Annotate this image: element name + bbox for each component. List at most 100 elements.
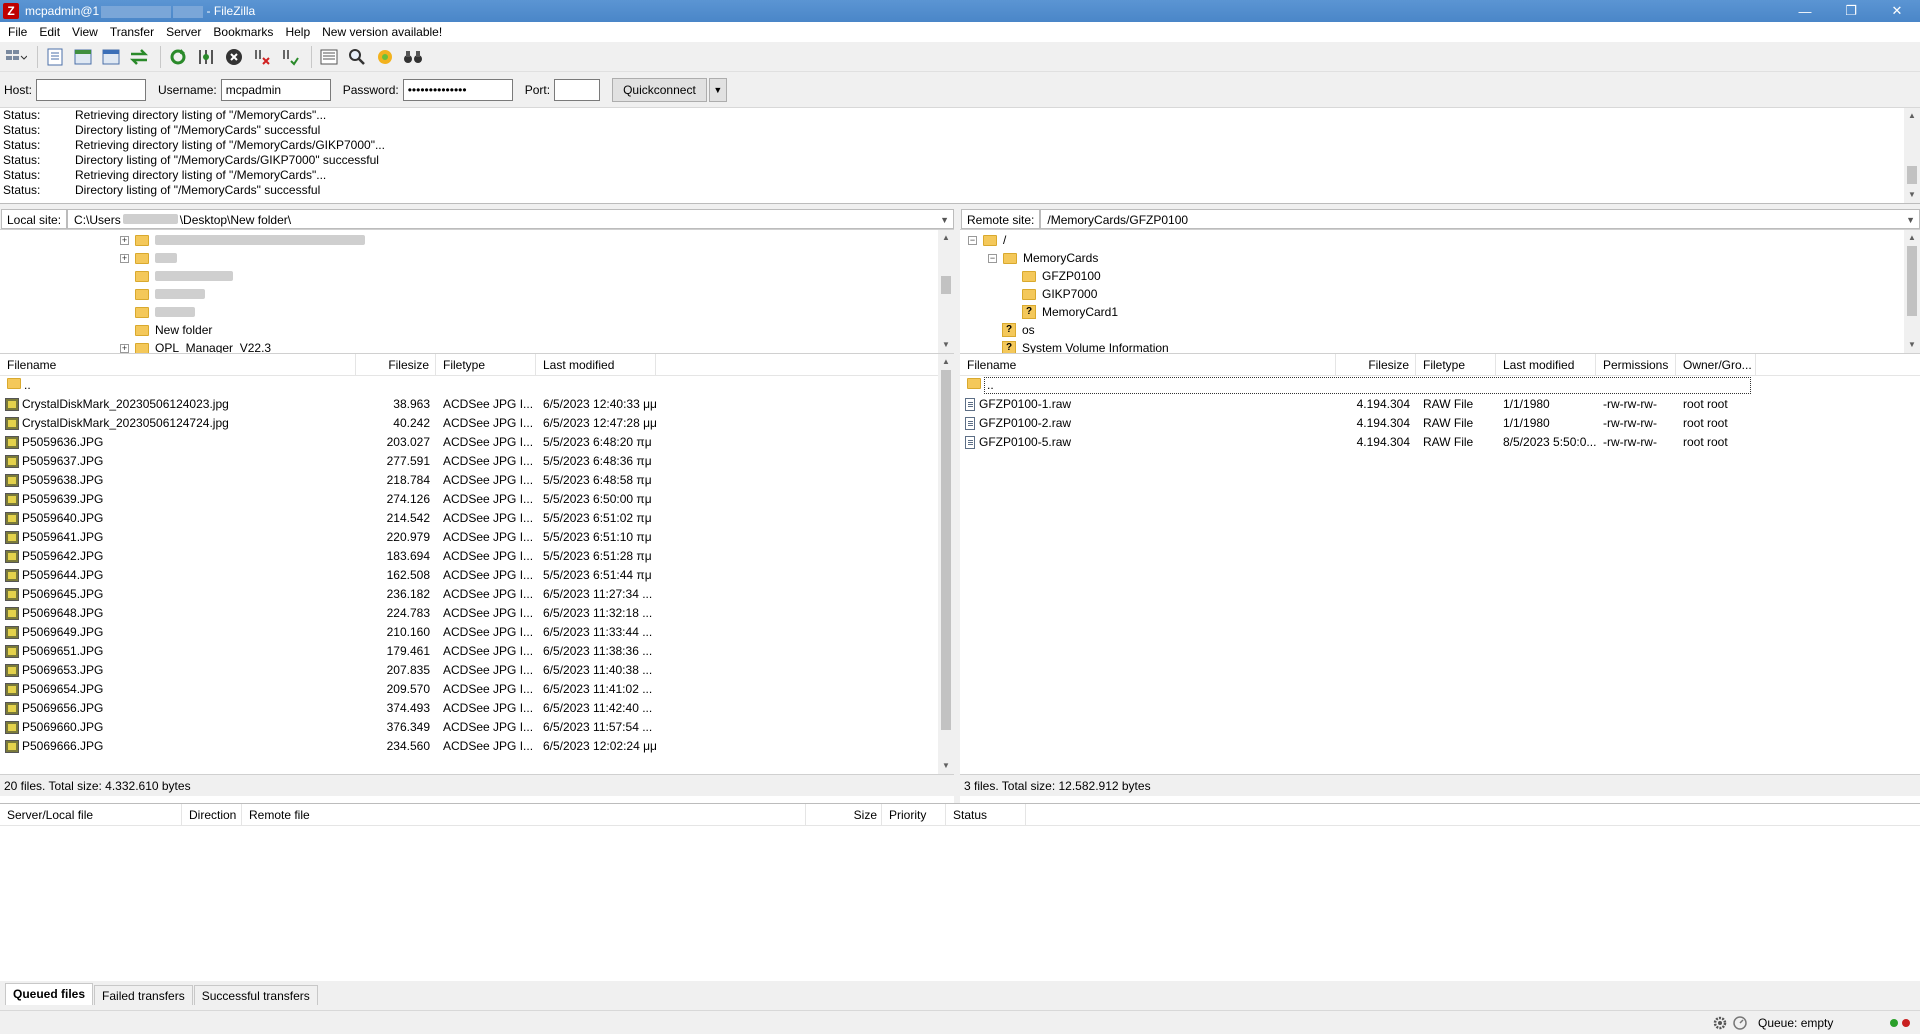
table-row[interactable]: P5069645.JPG 236.182 ACDSee JPG I... 6/5/20… [0,585,954,604]
reconnect-button[interactable] [278,45,302,69]
quickconnect-dropdown[interactable]: ▼ [708,77,727,102]
scroll-down-icon[interactable]: ▼ [938,758,954,774]
tree-item-os[interactable]: ? os [1002,321,1035,339]
table-row[interactable]: GFZP0100-1.raw 4.194.304 RAW File 1/1/1980 -… [960,395,1920,414]
remote-path-input[interactable]: /MemoryCards/GFZP0100 ▼ [1040,208,1920,229]
local-parent-row[interactable]: .. [0,376,954,395]
col-filetype[interactable]: Filetype [1416,354,1496,376]
tree-item-new-folder[interactable]: New folder [135,321,212,339]
tree-item[interactable] [135,267,233,285]
speed-limit-icon[interactable] [1732,1015,1748,1031]
col-server-local-file[interactable]: Server/Local file [0,804,182,825]
col-permissions[interactable]: Permissions [1596,354,1676,376]
col-filesize[interactable]: Filesize [1336,354,1416,376]
toggle-sync-browsing-button[interactable] [345,45,369,69]
compare-dirs-button[interactable] [373,45,397,69]
tree-item[interactable] [135,303,195,321]
table-row[interactable]: P5069666.JPG 234.560 ACDSee JPG I... 6/5/20… [0,737,954,756]
password-input[interactable] [402,78,513,101]
scroll-thumb[interactable] [941,370,951,730]
menu-new-version[interactable]: New version available! [316,25,448,39]
tree-item-gikp7000[interactable]: GIKP7000 [1022,285,1097,303]
close-button[interactable]: ✕ [1874,0,1920,22]
local-path-input[interactable]: C:\Users \Desktop\New folder\ ▼ [67,208,954,229]
menu-bookmarks[interactable]: Bookmarks [207,25,279,39]
site-manager-button[interactable] [4,45,28,69]
tree-item-memorycard1[interactable]: ? MemoryCard1 [1022,303,1118,321]
table-row[interactable]: CrystalDiskMark_20230506124023.jpg 38.963… [0,395,954,414]
disconnect-button[interactable] [250,45,274,69]
restore-button[interactable]: ❐ [1828,0,1874,22]
tree-item[interactable] [135,285,205,303]
minimize-button[interactable]: — [1782,0,1828,22]
menu-file[interactable]: File [2,25,33,39]
transfer-queue[interactable]: Server/Local file Direction Remote file … [0,803,1920,981]
menu-transfer[interactable]: Transfer [104,25,160,39]
table-row[interactable]: P5059642.JPG 183.694 ACDSee JPG I... 5/5/20… [0,547,954,566]
col-filetype[interactable]: Filetype [436,354,536,376]
col-priority[interactable]: Priority [882,804,946,825]
remote-parent-row[interactable]: .. [960,376,1920,395]
scroll-up-icon[interactable]: ▲ [938,230,954,246]
table-row[interactable]: P5059641.JPG 220.979 ACDSee JPG I... 5/5/20… [0,528,954,547]
col-last-modified[interactable]: Last modified [536,354,656,376]
table-row[interactable]: P5069649.JPG 210.160 ACDSee JPG I... 6/5/20… [0,623,954,642]
table-row[interactable]: P5059637.JPG 277.591 ACDSee JPG I... 5/5/20… [0,452,954,471]
table-row[interactable]: P5059636.JPG 203.027 ACDSee JPG I... 5/5/20… [0,433,954,452]
table-row[interactable]: CrystalDiskMark_20230506124724.jpg 40.242… [0,414,954,433]
tree-item-root[interactable]: − / [968,231,1006,249]
directory-filter-button[interactable] [317,45,341,69]
log-scrollbar[interactable]: ▲ ▼ [1904,108,1920,203]
tree-item-system-volume[interactable]: ? System Volume Information [1002,339,1169,353]
scroll-down-icon[interactable]: ▼ [1904,187,1920,203]
tab-queued-files[interactable]: Queued files [5,983,94,1005]
remote-tree-scrollbar[interactable]: ▲ ▼ [1904,230,1920,353]
refresh-button[interactable] [166,45,190,69]
host-input[interactable] [36,78,147,101]
toggle-remote-tree-button[interactable] [99,45,123,69]
toggle-queue-button[interactable] [127,45,151,69]
settings-gear-icon[interactable] [1712,1015,1728,1031]
tree-item-opl-manager[interactable]: + OPL_Manager_V22.3 [120,339,271,353]
scroll-thumb[interactable] [1907,166,1917,184]
tab-successful-transfers[interactable]: Successful transfers [193,985,318,1005]
tree-item-memorycards[interactable]: − MemoryCards [988,249,1098,267]
scroll-down-icon[interactable]: ▼ [1904,337,1920,353]
table-row[interactable]: P5069654.JPG 209.570 ACDSee JPG I... 6/5/20… [0,680,954,699]
table-row[interactable]: P5059640.JPG 214.542 ACDSee JPG I... 5/5/20… [0,509,954,528]
col-direction[interactable]: Direction [182,804,242,825]
table-row[interactable]: P5059639.JPG 274.126 ACDSee JPG I... 5/5/20… [0,490,954,509]
tree-item-gfzp0100[interactable]: GFZP0100 [1022,267,1101,285]
table-row[interactable]: P5059644.JPG 162.508 ACDSee JPG I... 5/5/20… [0,566,954,585]
col-owner-group[interactable]: Owner/Gro... [1676,354,1756,376]
menu-edit[interactable]: Edit [33,25,66,39]
scroll-up-icon[interactable]: ▲ [1904,230,1920,246]
col-filename[interactable]: Filename [0,354,356,376]
local-tree[interactable]: + + New folder + OPL_Manager_V22.3 ▲ ▼ [0,230,954,354]
tree-item[interactable]: + [120,249,177,267]
local-tree-scrollbar[interactable]: ▲ ▼ [938,230,954,353]
table-row[interactable]: GFZP0100-5.raw 4.194.304 RAW File 8/5/2023 … [960,433,1920,452]
menu-server[interactable]: Server [160,25,207,39]
table-row[interactable]: P5059638.JPG 218.784 ACDSee JPG I... 5/5/20… [0,471,954,490]
local-file-list[interactable]: Filename Filesize Filetype Last modified… [0,354,954,774]
search-remote-button[interactable] [401,45,425,69]
col-remote-file[interactable]: Remote file [242,804,806,825]
table-row[interactable]: P5069656.JPG 374.493 ACDSee JPG I... 6/5/20… [0,699,954,718]
remote-file-list[interactable]: Filename Filesize Filetype Last modified… [960,354,1920,774]
menu-help[interactable]: Help [279,25,316,39]
local-file-scrollbar[interactable]: ▲ ▼ [938,354,954,774]
process-queue-button[interactable] [194,45,218,69]
table-row[interactable]: P5069660.JPG 376.349 ACDSee JPG I... 6/5/20… [0,718,954,737]
collapse-icon[interactable]: − [988,253,997,263]
scroll-thumb[interactable] [941,276,951,294]
cancel-operation-button[interactable] [222,45,246,69]
collapse-icon[interactable]: − [968,235,977,245]
message-log[interactable]: Status: Retrieving directory listing of "… [0,108,1920,204]
quickconnect-button[interactable]: Quickconnect [612,77,707,102]
tree-item[interactable]: + [120,231,365,249]
scroll-thumb[interactable] [1907,246,1917,316]
username-input[interactable] [220,78,331,101]
scroll-up-icon[interactable]: ▲ [938,354,954,370]
col-filesize[interactable]: Filesize [356,354,436,376]
